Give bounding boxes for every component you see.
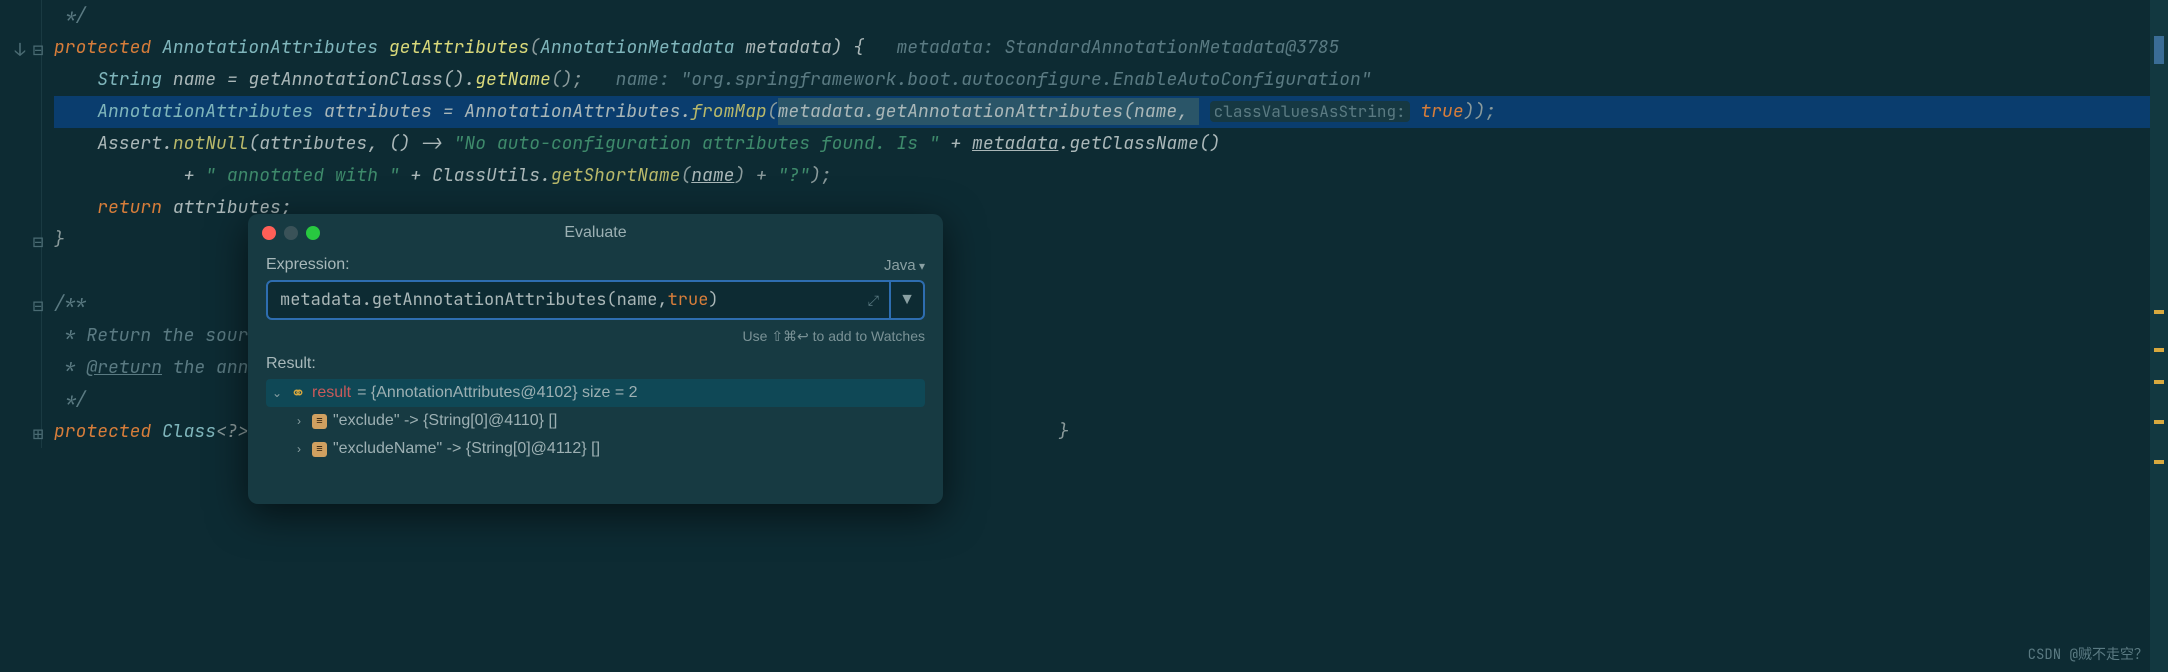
expression-label: Expression: bbox=[266, 256, 350, 274]
shortcut-hint: Use ⇧⌘↩ to add to Watches bbox=[266, 328, 925, 345]
chevron-down-icon[interactable]: ⌄ bbox=[270, 386, 284, 400]
fold-close-icon[interactable]: ⊟ bbox=[28, 227, 48, 259]
object-icon: ⚭ bbox=[290, 385, 306, 401]
code-line: Assert.notNull(attributes, () -> "No aut… bbox=[54, 128, 2168, 160]
tree-row-root[interactable]: ⌄ ⚭ result = {AnnotationAttributes@4102}… bbox=[266, 379, 925, 407]
code-line: protected AnnotationAttributes getAttrib… bbox=[54, 32, 2168, 64]
dialog-titlebar[interactable]: Evaluate bbox=[248, 214, 943, 252]
fold-open-icon[interactable]: ⊟ bbox=[28, 291, 48, 323]
dialog-title: Evaluate bbox=[248, 224, 943, 242]
result-tree[interactable]: ⌄ ⚭ result = {AnnotationAttributes@4102}… bbox=[266, 379, 925, 463]
tree-row[interactable]: › ≡ "exclude" -> {String[0]@4110} [] bbox=[266, 407, 925, 435]
code-line-current: AnnotationAttributes attributes = Annota… bbox=[54, 96, 2168, 128]
field-icon: ≡ bbox=[312, 442, 327, 457]
tree-row[interactable]: › ≡ "excludeName" -> {String[0]@4112} [] bbox=[266, 435, 925, 463]
code-line: String name = getAnnotationClass().getNa… bbox=[54, 64, 2168, 96]
field-icon: ≡ bbox=[312, 414, 327, 429]
fold-icon[interactable]: ⊟ bbox=[28, 35, 48, 67]
chevron-right-icon[interactable]: › bbox=[292, 442, 306, 456]
history-dropdown[interactable]: ▼ bbox=[891, 280, 925, 320]
expression-input[interactable]: metadata.getAnnotationAttributes(name, t… bbox=[266, 280, 891, 320]
evaluate-dialog: Evaluate Expression: Java metadata.getAn… bbox=[248, 214, 943, 504]
arrow-down-icon[interactable]: ↓ bbox=[10, 35, 30, 67]
code-line: */ bbox=[54, 0, 2168, 32]
language-dropdown[interactable]: Java bbox=[884, 257, 925, 274]
result-label: Result: bbox=[266, 355, 925, 373]
chevron-right-icon[interactable]: › bbox=[292, 414, 306, 428]
gutter: ↓ ⊟ ⊟ ⊟ ⊞ bbox=[0, 0, 42, 448]
watermark: CSDN @贼不走空？ bbox=[2028, 644, 2148, 664]
expand-icon[interactable]: ⤢ bbox=[868, 292, 879, 310]
fold-open-icon[interactable]: ⊞ bbox=[28, 419, 48, 451]
code-line: + " annotated with " + ClassUtils.getSho… bbox=[54, 160, 2168, 192]
editor-markers[interactable] bbox=[2150, 0, 2168, 672]
